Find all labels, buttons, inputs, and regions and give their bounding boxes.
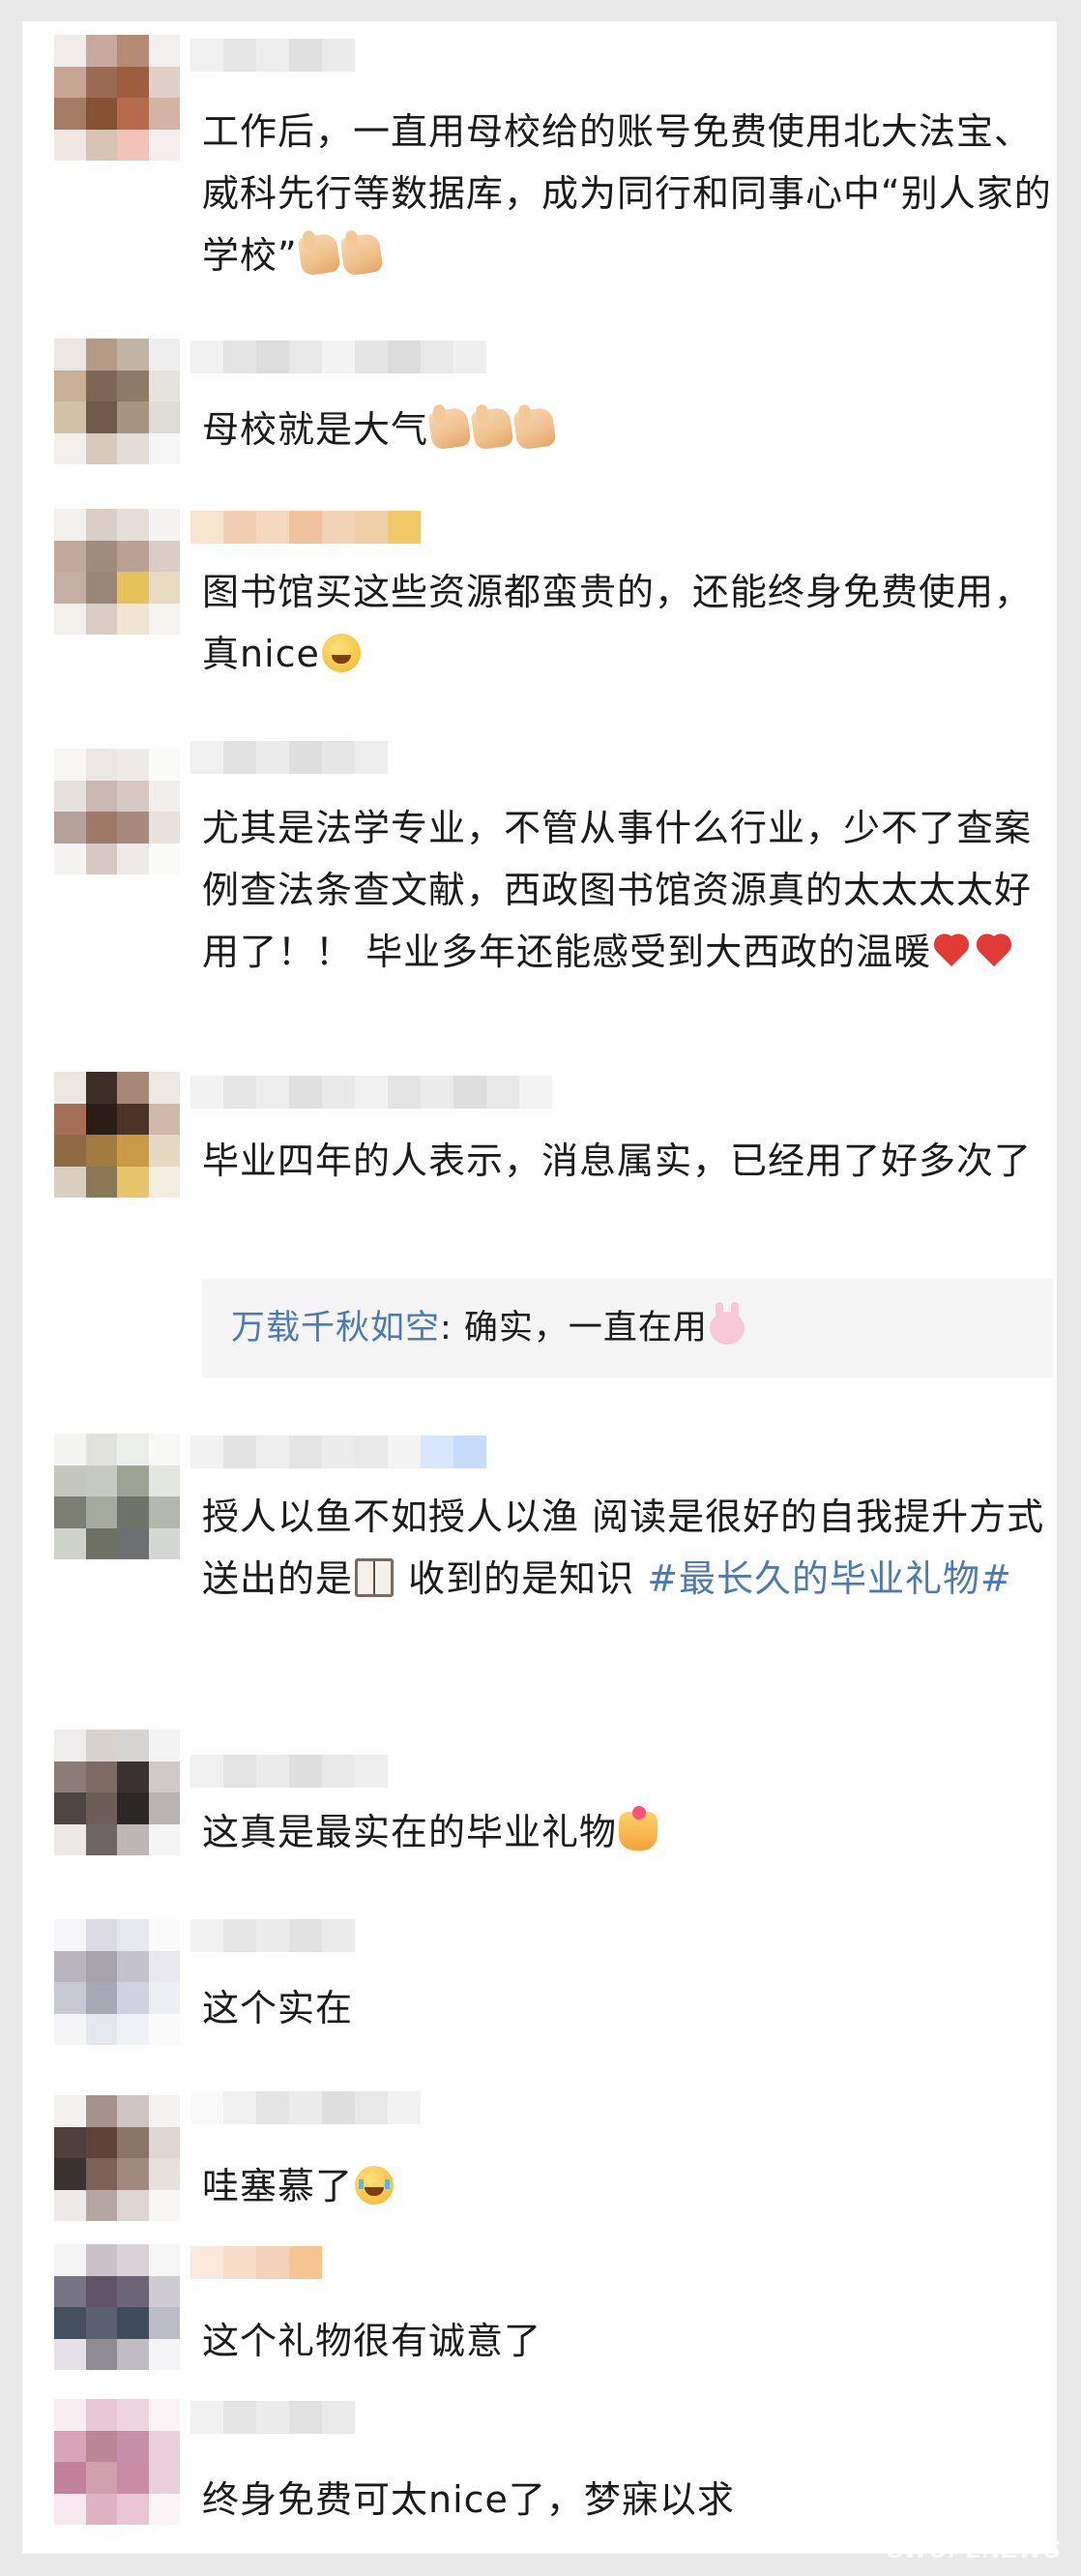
comment-text-run: 收到的是知识 bbox=[395, 1557, 648, 1600]
comment-text-run: 这个实在 bbox=[202, 1987, 354, 2029]
avatar[interactable] bbox=[54, 2399, 180, 2525]
avatar[interactable] bbox=[54, 1434, 180, 1559]
avatar[interactable] bbox=[54, 1730, 180, 1855]
heart-hands-icon bbox=[619, 1806, 658, 1851]
reply-text: : 确实，一直在用 bbox=[440, 1309, 708, 1347]
username-redacted[interactable] bbox=[190, 1076, 552, 1109]
reply-box[interactable]: 万载千秋如空: 确实，一直在用 bbox=[202, 1279, 1053, 1377]
avatar[interactable] bbox=[54, 2244, 180, 2370]
avatar[interactable] bbox=[54, 35, 180, 161]
comment-text: 这个礼物很有诚意了 bbox=[202, 2310, 1053, 2372]
crying-face-icon bbox=[355, 2166, 394, 2205]
username-redacted[interactable] bbox=[190, 1755, 388, 1788]
avatar[interactable] bbox=[54, 2095, 180, 2221]
username-redacted[interactable] bbox=[190, 1919, 355, 1952]
comment-text: 图书馆买这些资源都蛮贵的，还能终身免费使用，真nice bbox=[202, 561, 1053, 685]
open-book-icon bbox=[355, 1558, 394, 1597]
username-redacted[interactable] bbox=[190, 39, 355, 72]
username-redacted[interactable] bbox=[190, 2246, 322, 2279]
party-face-icon bbox=[321, 634, 361, 672]
thumbs-up-icon bbox=[470, 406, 514, 451]
avatar[interactable] bbox=[54, 749, 180, 874]
username-redacted[interactable] bbox=[190, 2401, 355, 2434]
comment-text: 母校就是大气 bbox=[202, 399, 1053, 460]
thumbs-up-icon bbox=[512, 406, 557, 451]
comment-text-run: 尤其是法学专业，不管从事什么行业，少不了查案例查法条查文献，西政图书馆资源真的太… bbox=[202, 807, 1033, 973]
comment-text-run: 这个礼物很有诚意了 bbox=[202, 2320, 542, 2362]
red-heart-icon bbox=[933, 932, 972, 970]
username-redacted[interactable] bbox=[190, 1436, 486, 1468]
username-redacted[interactable] bbox=[190, 341, 486, 373]
comment-text: 终身免费可太nice了，梦寐以求 bbox=[202, 2469, 1053, 2531]
avatar[interactable] bbox=[54, 1919, 180, 2045]
thumbs-up-icon bbox=[297, 232, 341, 277]
thumbs-up-icon bbox=[427, 406, 472, 451]
red-heart-icon bbox=[976, 932, 1014, 970]
bunny-face-icon bbox=[709, 1302, 745, 1345]
watermark: SWUPLNEWS bbox=[887, 2534, 1062, 2563]
thumbs-up-icon bbox=[339, 232, 384, 277]
username-redacted[interactable] bbox=[190, 2091, 421, 2124]
hashtag-link[interactable]: #最长久的毕业礼物# bbox=[647, 1557, 1012, 1600]
comment-text-run: 哇塞慕了 bbox=[202, 2165, 354, 2207]
comment-text: 这个实在 bbox=[202, 1977, 1053, 2039]
comment-text-run: 母校就是大气 bbox=[202, 408, 429, 451]
comment-text: 毕业四年的人表示，消息属实，已经用了好多次了 bbox=[202, 1130, 1053, 1192]
avatar[interactable] bbox=[54, 1072, 180, 1198]
comment-list: 工作后，一直用母校给的账号免费使用北大法宝、威科先行等数据库，成为同行和同事心中… bbox=[22, 21, 1057, 2554]
comment-text-run: 终身免费可太nice了，梦寐以求 bbox=[202, 2478, 735, 2521]
avatar[interactable] bbox=[54, 339, 180, 464]
comment-text: 授人以鱼不如授人以渔 阅读是很好的自我提升方式 送出的是 收到的是知识 #最长久… bbox=[202, 1486, 1053, 1610]
comment-text-run: 毕业四年的人表示，消息属实，已经用了好多次了 bbox=[202, 1140, 1033, 1182]
comment-text: 尤其是法学专业，不管从事什么行业，少不了查案例查法条查文献，西政图书馆资源真的太… bbox=[202, 797, 1053, 983]
username-redacted[interactable] bbox=[190, 741, 388, 774]
comment-text: 哇塞慕了 bbox=[202, 2155, 1053, 2217]
comment-text: 工作后，一直用母校给的账号免费使用北大法宝、威科先行等数据库，成为同行和同事心中… bbox=[202, 101, 1053, 286]
username-redacted[interactable] bbox=[190, 511, 421, 544]
comment-text-run: 这真是最实在的毕业礼物 bbox=[202, 1811, 618, 1853]
avatar[interactable] bbox=[54, 509, 180, 635]
reply-username[interactable]: 万载千秋如空 bbox=[231, 1309, 440, 1347]
comment-text: 这真是最实在的毕业礼物 bbox=[202, 1801, 1053, 1863]
